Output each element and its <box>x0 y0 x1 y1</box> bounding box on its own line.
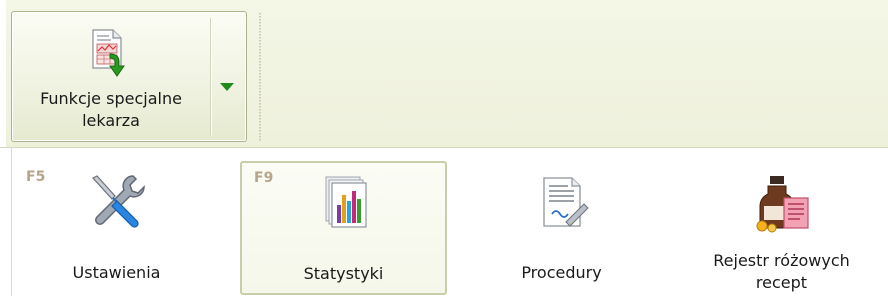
menu-item-settings[interactable]: F5 Ustawienia <box>13 161 220 295</box>
menu-item-statistics[interactable]: F9 Statystyki <box>240 161 447 295</box>
special-functions-label-line2: lekarza <box>82 111 140 130</box>
ribbon: Funkcje specjalne lekarza <box>0 0 888 148</box>
menu-item-label: Statystyki <box>303 264 384 283</box>
procedures-icon <box>542 177 589 227</box>
panel-border <box>11 148 12 296</box>
special-functions-label-line1: Funkcje specjalne <box>40 89 182 108</box>
shortcut-key: F9 <box>254 170 274 186</box>
special-functions-split-button[interactable]: Funkcje specjalne lekarza <box>11 11 247 142</box>
report-download-icon <box>92 29 125 77</box>
statistics-icon <box>325 176 367 228</box>
menu-item-label-line2: recept <box>755 273 808 292</box>
menu-item-label-line1: Rejestr różowych <box>713 251 850 270</box>
dropdown-arrow-icon <box>220 83 234 91</box>
special-functions-dropdown[interactable] <box>211 12 246 141</box>
ribbon-edge <box>0 0 6 148</box>
menu-item-pink-prescriptions[interactable]: Rejestr różowych recept <box>678 161 885 295</box>
special-functions-button[interactable]: Funkcje specjalne lekarza <box>12 12 210 141</box>
special-functions-label: Funkcje specjalne lekarza <box>12 88 210 132</box>
menu-item-label: Ustawienia <box>72 263 161 282</box>
menu-item-label: Procedury <box>521 263 602 282</box>
shortcut-key: F5 <box>26 169 46 185</box>
pink-prescriptions-icon <box>756 176 809 233</box>
menu-item-procedures[interactable]: Procedury <box>458 161 665 295</box>
special-functions-menu: F5 Ustawienia F9 Statystyki Procedury Re… <box>0 148 888 296</box>
menu-item-label: Rejestr różowych recept <box>679 250 884 294</box>
tools-icon <box>91 175 145 228</box>
ribbon-group-divider <box>259 13 261 141</box>
